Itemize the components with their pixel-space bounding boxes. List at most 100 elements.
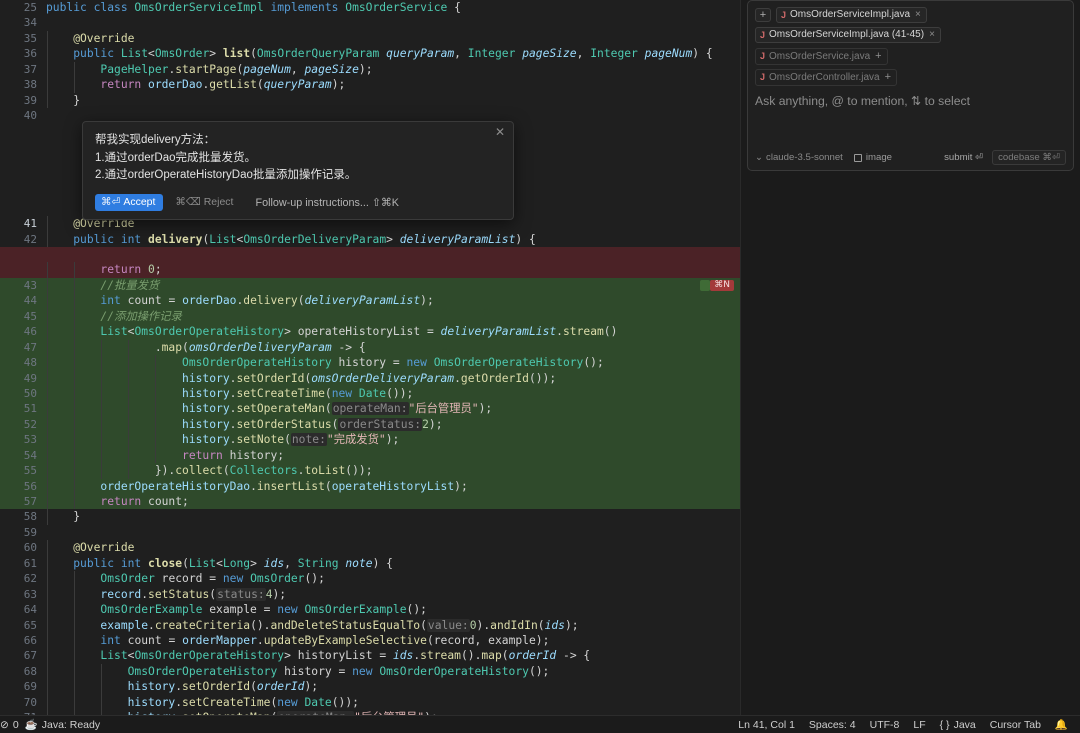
model-selector[interactable]: ⌄ claude-3.5-sonnet <box>755 152 843 163</box>
code-token: . <box>454 372 461 385</box>
submit-button[interactable]: submit ⏎ <box>944 152 983 163</box>
code-line[interactable]: 34 <box>0 15 740 30</box>
follow-up-instructions-input[interactable]: Follow-up instructions... ⇧⌘K <box>255 196 398 209</box>
code-line[interactable]: 37 PageHelper.startPage(pageNum, pageSiz… <box>0 62 740 77</box>
add-chip-icon[interactable]: + <box>885 71 891 83</box>
code-line[interactable]: 63 record.setStatus(status:4); <box>0 587 740 602</box>
code-line[interactable]: 35 @Override <box>0 31 740 46</box>
code-line[interactable]: 43 //批量发货⌘N <box>0 278 740 293</box>
code-line[interactable]: 65 example.createCriteria().andDeleteSta… <box>0 618 740 633</box>
code-line[interactable]: 59 <box>0 525 740 540</box>
code-token: ( <box>427 634 434 647</box>
indentation-setting[interactable]: Spaces: 4 <box>809 719 856 731</box>
cursor-tab-toggle[interactable]: Cursor Tab <box>990 719 1041 731</box>
code-line[interactable]: 64 OmsOrderExample example = new OmsOrde… <box>0 602 740 617</box>
language-mode[interactable]: { } Java <box>940 719 976 731</box>
code-token: ids <box>393 649 413 662</box>
popup-prompt-line-2: 2.通过orderOperateHistoryDao批量添加操作记录。 <box>95 167 501 185</box>
code-token: ); <box>386 433 400 446</box>
remove-chip-icon[interactable]: × <box>915 9 921 20</box>
code-line[interactable]: 70 history.setCreateTime(new Date()); <box>0 695 740 710</box>
code-line[interactable]: 49 history.setOrderId(omsOrderDeliveryPa… <box>0 371 740 386</box>
reject-button[interactable]: ⌘⌫ Reject <box>167 194 241 210</box>
chat-input[interactable]: Ask anything, @ to mention, ⇅ to select <box>755 94 1066 134</box>
code-line[interactable]: 62 OmsOrder record = new OmsOrder(); <box>0 571 740 586</box>
code-token <box>46 696 128 709</box>
code-line[interactable]: 55 }).collect(Collectors.toList()); <box>0 463 740 478</box>
code-line[interactable]: 61 public int close(List<Long> ids, Stri… <box>0 556 740 571</box>
attach-image-button[interactable]: image <box>854 152 892 163</box>
code-line-text: OmsOrderOperateHistory history = new Oms… <box>46 355 740 370</box>
problems-indicator[interactable]: ⊘ 0 <box>0 719 19 731</box>
context-chip[interactable]: JOmsOrderServiceImpl.java× <box>776 7 927 23</box>
code-line[interactable]: 51 history.setOperateMan(operateMan:"后台管… <box>0 401 740 416</box>
code-line[interactable]: 69 history.setOrderId(orderId); <box>0 679 740 694</box>
remove-chip-icon[interactable]: × <box>929 29 935 40</box>
code-token: int <box>100 634 127 647</box>
code-line[interactable]: 56 orderOperateHistoryDao.insertList(ope… <box>0 479 740 494</box>
code-token: () <box>604 325 618 338</box>
code-line[interactable]: 48 OmsOrderOperateHistory history = new … <box>0 355 740 370</box>
code-line[interactable]: 47 .map(omsOrderDeliveryParam -> { <box>0 340 740 355</box>
add-chip-icon[interactable]: + <box>875 50 881 62</box>
code-line[interactable]: 25public class OmsOrderServiceImpl imple… <box>0 0 740 15</box>
accept-shortcut: ⌘⏎ <box>101 196 120 208</box>
image-label: image <box>866 152 892 163</box>
code-line[interactable]: 44 int count = orderDao.delivery(deliver… <box>0 293 740 308</box>
code-line[interactable]: 68 OmsOrderOperateHistory history = new … <box>0 664 740 679</box>
code-token: -> { <box>338 341 365 354</box>
code-line[interactable]: return 0; <box>0 262 740 277</box>
bell-icon[interactable]: 🔔 <box>1055 718 1068 731</box>
line-number: 68 <box>0 664 46 679</box>
code-line[interactable]: 38 return orderDao.getList(queryParam); <box>0 77 740 92</box>
code-line[interactable]: 42 public int delivery(List<OmsOrderDeli… <box>0 232 740 247</box>
code-line[interactable]: 45 //添加操作记录 <box>0 309 740 324</box>
context-chip[interactable]: JOmsOrderServiceImpl.java (41-45)× <box>755 27 941 43</box>
encoding-setting[interactable]: UTF-8 <box>870 719 900 731</box>
code-line[interactable]: 39 } <box>0 93 740 108</box>
code-line[interactable]: 60 @Override <box>0 540 740 555</box>
code-line[interactable] <box>0 247 740 262</box>
context-chips-row-1: JOmsOrderServiceImpl.java (41-45)×JOmsOr… <box>755 27 1066 65</box>
context-chip-label: OmsOrderServiceImpl.java (41-45) <box>769 29 924 40</box>
indent-guide <box>47 540 48 555</box>
code-token: ); <box>565 619 579 632</box>
code-token: history <box>182 402 230 415</box>
java-status-indicator[interactable]: ☕ Java: Ready <box>25 718 100 731</box>
line-number: 54 <box>0 448 46 463</box>
code-token: "完成发货" <box>327 433 386 446</box>
code-token: delivery <box>148 233 202 246</box>
eol-setting[interactable]: LF <box>913 719 925 731</box>
code-line[interactable]: 46 List<OmsOrderOperateHistory> operateH… <box>0 324 740 339</box>
code-line[interactable]: 58 } <box>0 509 740 524</box>
chat-composer[interactable]: + JOmsOrderServiceImpl.java× JOmsOrderSe… <box>747 0 1074 171</box>
code-editor[interactable]: 25public class OmsOrderServiceImpl imple… <box>0 0 740 715</box>
code-line[interactable]: 50 history.setCreateTime(new Date()); <box>0 386 740 401</box>
line-number: 62 <box>0 571 46 586</box>
code-line[interactable]: 53 history.setNote(note:"完成发货"); <box>0 432 740 447</box>
close-icon[interactable]: ✕ <box>493 125 507 139</box>
code-line[interactable]: 52 history.setOrderStatus(orderStatus:2)… <box>0 417 740 432</box>
indent-guide <box>128 340 129 355</box>
inline-ai-prompt-popup[interactable]: ✕ 帮我实现delivery方法： 1.通过orderDao完成批量发货。 2.… <box>82 121 514 220</box>
code-line[interactable]: 36 public List<OmsOrder> list(OmsOrderQu… <box>0 46 740 61</box>
context-chip[interactable]: JOmsOrderController.java+ <box>755 69 897 86</box>
code-line[interactable]: 57 return count; <box>0 494 740 509</box>
code-token: ()); <box>332 696 359 709</box>
code-line[interactable]: 54 return history; <box>0 448 740 463</box>
code-token: example <box>100 619 148 632</box>
code-token: ids <box>545 619 565 632</box>
code-line[interactable]: 67 List<OmsOrderOperateHistory> historyL… <box>0 648 740 663</box>
code-token: operateMan: <box>332 402 409 415</box>
accept-button[interactable]: ⌘⏎Accept <box>95 194 163 211</box>
codebase-button[interactable]: codebase ⌘⏎ <box>992 150 1066 165</box>
code-token: new <box>352 665 379 678</box>
cmd-n-badge[interactable]: ⌘N <box>710 280 734 291</box>
code-line[interactable]: 66 int count = orderMapper.updateByExamp… <box>0 633 740 648</box>
context-chip[interactable]: JOmsOrderService.java+ <box>755 48 888 65</box>
add-context-button[interactable]: + <box>755 8 771 22</box>
line-number: 58 <box>0 509 46 524</box>
cursor-position[interactable]: Ln 41, Col 1 <box>738 719 795 731</box>
indent-guide <box>101 448 102 463</box>
code-token: Date <box>359 387 386 400</box>
